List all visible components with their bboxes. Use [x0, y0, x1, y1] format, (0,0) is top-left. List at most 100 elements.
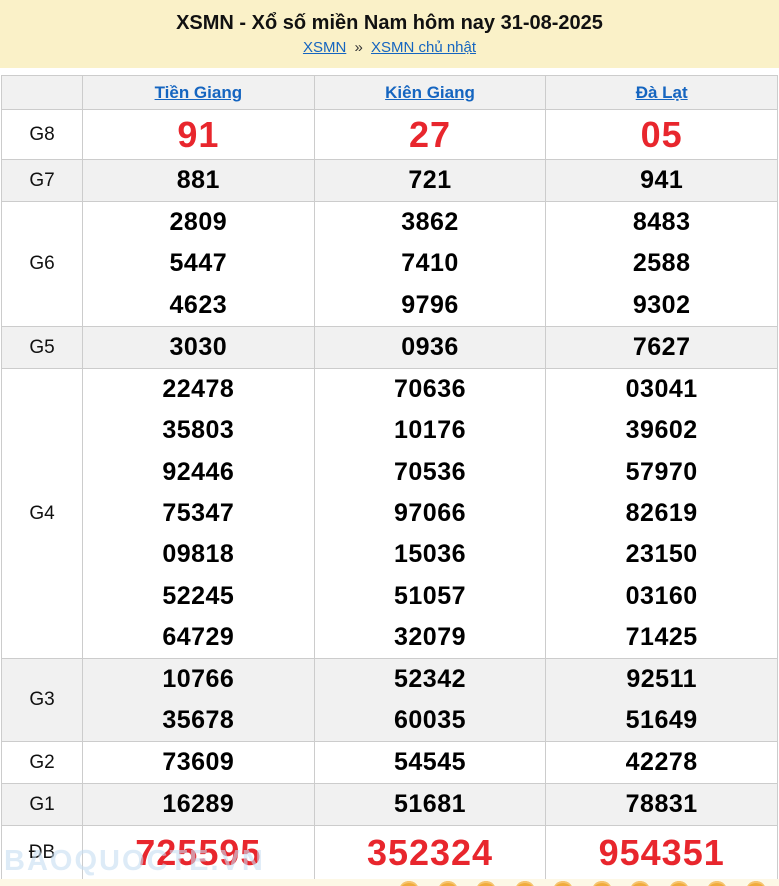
prize-row--b: ĐB725595352324954351	[2, 825, 777, 880]
result-cell: 1076635678	[82, 659, 314, 741]
result-number: 97066	[315, 493, 546, 534]
result-number: 352324	[315, 826, 546, 880]
page-header: XSMN - Xổ số miền Nam hôm nay 31-08-2025…	[0, 0, 779, 68]
prize-row-g3: G3107663567852342600359251151649	[2, 658, 777, 741]
result-number: 70636	[315, 369, 546, 410]
ball-icon	[399, 881, 419, 886]
breadcrumb-link-xsmn-chu-nhat[interactable]: XSMN chủ nhật	[371, 39, 476, 56]
ball-icon	[438, 881, 458, 886]
result-number: 721	[315, 160, 546, 201]
column-header--a-lat: Đà Lạt	[545, 76, 777, 109]
result-cell: 954351	[545, 826, 777, 880]
result-number: 5447	[83, 243, 314, 284]
result-number: 60035	[315, 700, 546, 741]
prize-row-g5: G5303009367627	[2, 326, 777, 368]
prize-label: G7	[2, 160, 82, 201]
result-number: 2588	[546, 243, 777, 284]
corner-cell	[2, 76, 82, 109]
prize-row-g8: G8912705	[2, 109, 777, 159]
table-header-row: Tiền Giang Kiên Giang Đà Lạt	[2, 76, 777, 109]
breadcrumb-link-xsmn[interactable]: XSMN	[303, 39, 346, 56]
result-number: 03160	[546, 575, 777, 616]
prize-label: ĐB	[2, 826, 82, 880]
column-header-kien-giang: Kiên Giang	[314, 76, 546, 109]
result-number: 941	[546, 160, 777, 201]
breadcrumb-separator: »	[354, 39, 362, 56]
result-number: 35678	[83, 700, 314, 741]
result-number: 71425	[546, 617, 777, 658]
result-cell: 22478358039244675347098185224564729	[82, 369, 314, 658]
result-cell: 3030	[82, 327, 314, 368]
prize-row-g6: G6280954474623386274109796848325889302	[2, 201, 777, 326]
ball-icon	[707, 881, 727, 886]
result-number: 51681	[315, 784, 546, 825]
prize-label: G6	[2, 202, 82, 326]
result-number: 57970	[546, 452, 777, 493]
result-number: 78831	[546, 784, 777, 825]
result-cell: 27	[314, 110, 546, 159]
result-number: 52342	[315, 659, 546, 700]
result-cell: 91	[82, 110, 314, 159]
result-number: 7627	[546, 327, 777, 368]
result-cell: 05	[545, 110, 777, 159]
result-number: 91	[83, 110, 314, 159]
result-cell: 881	[82, 160, 314, 201]
result-number: 23150	[546, 534, 777, 575]
prize-label: G2	[2, 742, 82, 783]
result-number: 2809	[83, 202, 314, 243]
prize-row-g4: G422478358039244675347098185224564729706…	[2, 368, 777, 658]
result-number: 03041	[546, 369, 777, 410]
result-number: 64729	[83, 617, 314, 658]
result-number: 35803	[83, 410, 314, 451]
ball-icon	[669, 881, 689, 886]
results-table: Tiền Giang Kiên Giang Đà Lạt G8912705G7881…	[1, 75, 778, 881]
ball-icon	[592, 881, 612, 886]
result-number: 4623	[83, 285, 314, 326]
result-number: 42278	[546, 742, 777, 783]
result-number: 15036	[315, 534, 546, 575]
result-number: 52245	[83, 575, 314, 616]
result-cell: 42278	[545, 742, 777, 783]
prize-label: G5	[2, 327, 82, 368]
result-number: 54545	[315, 742, 546, 783]
ball-icon	[553, 881, 573, 886]
result-number: 881	[83, 160, 314, 201]
prize-row-g1: G1162895168178831	[2, 783, 777, 825]
province-link--a-lat[interactable]: Đà Lạt	[636, 83, 688, 103]
prize-row-g7: G7881721941	[2, 159, 777, 201]
province-link-tien-giang[interactable]: Tiền Giang	[155, 83, 243, 103]
result-cell: 03041396025797082619231500316071425	[545, 369, 777, 658]
result-number: 09818	[83, 534, 314, 575]
result-number: 82619	[546, 493, 777, 534]
result-cell: 51681	[314, 784, 546, 825]
result-number: 9796	[315, 285, 546, 326]
result-number: 32079	[315, 617, 546, 658]
result-cell: 54545	[314, 742, 546, 783]
result-cell: 7627	[545, 327, 777, 368]
result-cell: 70636101767053697066150365105732079	[314, 369, 546, 658]
ball-icon	[515, 881, 535, 886]
result-number: 39602	[546, 410, 777, 451]
result-cell: 5234260035	[314, 659, 546, 741]
result-cell: 721	[314, 160, 546, 201]
ball-icon	[746, 881, 766, 886]
province-link-kien-giang[interactable]: Kiên Giang	[385, 83, 475, 103]
result-number: 70536	[315, 452, 546, 493]
result-cell: 352324	[314, 826, 546, 880]
bottom-strip	[0, 879, 779, 886]
page-title: XSMN - Xổ số miền Nam hôm nay 31-08-2025	[0, 11, 779, 35]
result-cell: 941	[545, 160, 777, 201]
prize-label: G4	[2, 369, 82, 658]
result-number: 9302	[546, 285, 777, 326]
page: XSMN - Xổ số miền Nam hôm nay 31-08-2025…	[0, 0, 779, 886]
result-cell: 9251151649	[545, 659, 777, 741]
result-number: 10176	[315, 410, 546, 451]
result-number: 10766	[83, 659, 314, 700]
result-number: 3030	[83, 327, 314, 368]
result-cell: 16289	[82, 784, 314, 825]
result-cell: 280954474623	[82, 202, 314, 326]
result-cell: 73609	[82, 742, 314, 783]
result-cell: 725595	[82, 826, 314, 880]
result-number: 725595	[83, 826, 314, 880]
result-number: 51649	[546, 700, 777, 741]
